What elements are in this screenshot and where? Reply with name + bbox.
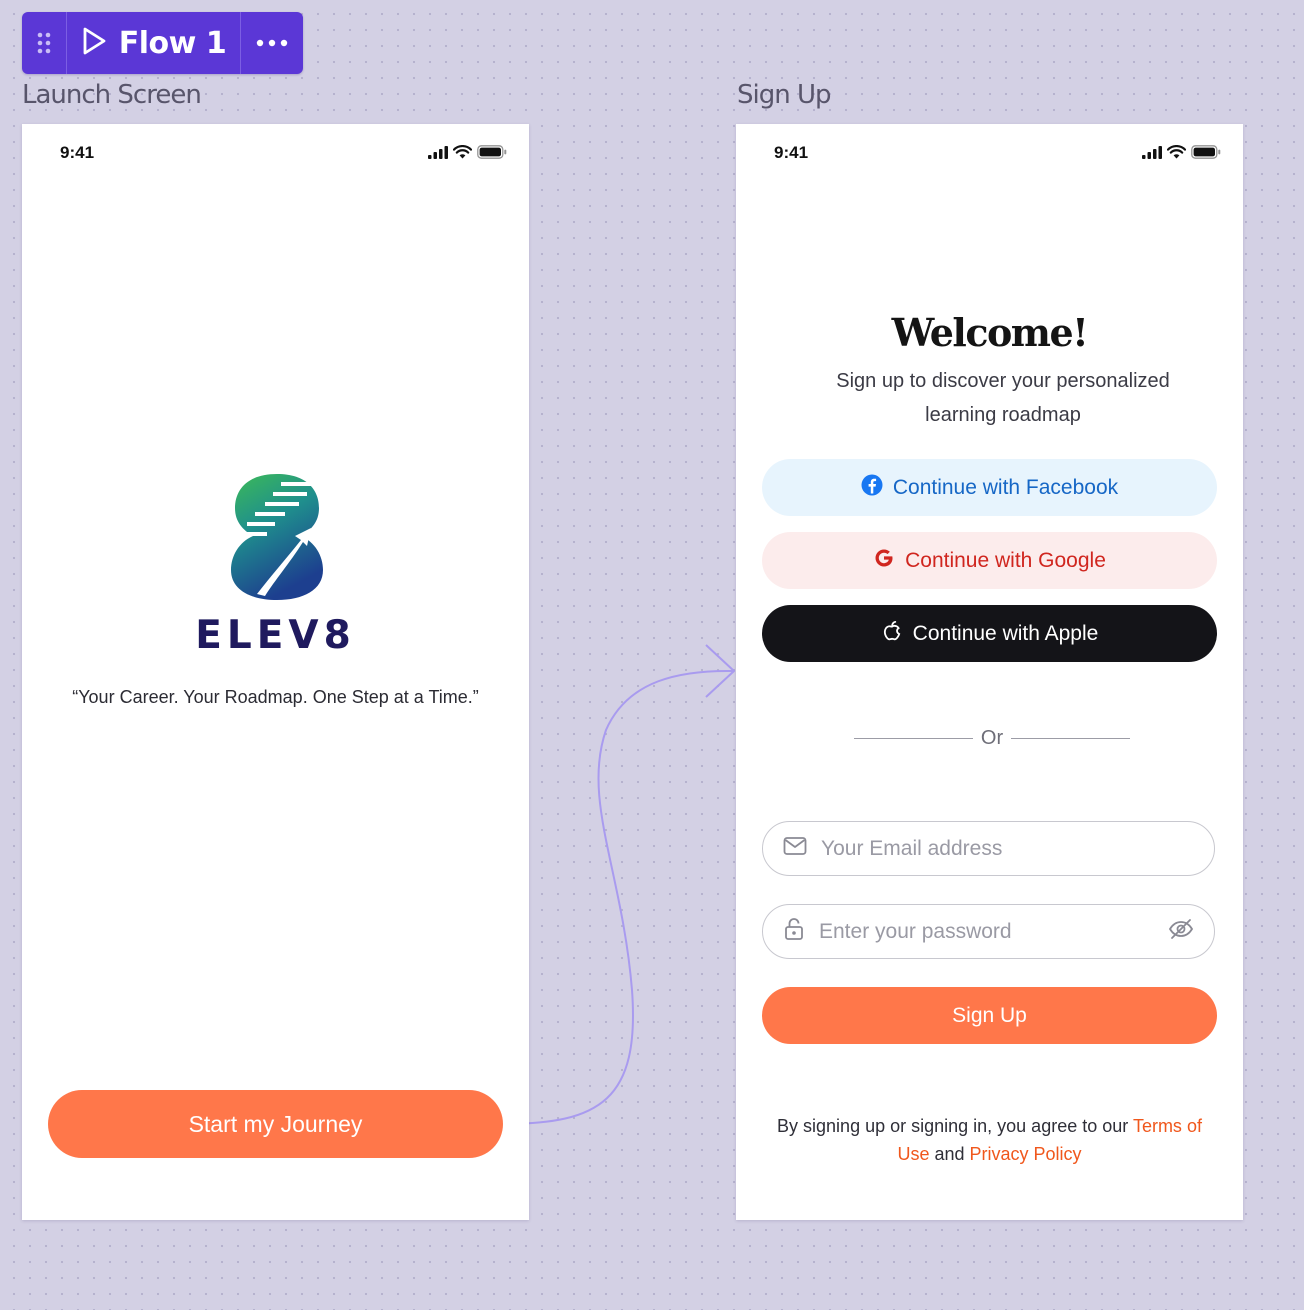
apple-label: Continue with Apple	[912, 621, 1099, 645]
start-journey-button[interactable]: Start my Journey	[48, 1090, 503, 1158]
signup-screen-label: Sign Up	[737, 80, 832, 110]
sign-up-button[interactable]: Sign Up	[762, 987, 1217, 1044]
status-bar: 9:41	[736, 124, 1243, 184]
or-divider: Or	[854, 727, 1130, 750]
google-label: Continue with Google	[905, 548, 1106, 572]
play-icon	[81, 26, 107, 61]
brand-name: ELEV8	[195, 613, 356, 658]
flow-tag: Flow 1	[22, 12, 303, 74]
legal-and: and	[929, 1144, 970, 1164]
status-time: 9:41	[774, 143, 809, 162]
password-field[interactable]	[762, 904, 1215, 959]
play-flow-button[interactable]: Flow 1	[67, 12, 241, 74]
wifi-icon	[452, 145, 473, 164]
status-bar: 9:41	[22, 124, 529, 184]
facebook-label: Continue with Facebook	[892, 475, 1119, 499]
mail-icon	[783, 836, 807, 861]
signal-icon	[1142, 145, 1162, 164]
signup-screen-frame: 9:41 Welcome! Sign up to discover your p…	[736, 124, 1243, 1220]
status-time: 9:41	[60, 143, 95, 162]
legal-text: By signing up or signing in, you agree t…	[762, 1112, 1217, 1168]
apple-icon	[881, 619, 903, 649]
legal-prefix: By signing up or signing in, you agree t…	[777, 1116, 1133, 1136]
more-icon[interactable]	[241, 12, 303, 74]
google-icon	[873, 547, 895, 575]
tagline: “Your Career. Your Roadmap. One Step at …	[72, 687, 479, 707]
welcome-subtitle: Sign up to discover your personalized le…	[836, 370, 1170, 426]
continue-google-button[interactable]: Continue with Google	[762, 532, 1217, 589]
wifi-icon	[1166, 145, 1187, 164]
divider-line	[854, 738, 973, 739]
drag-handle-icon[interactable]	[22, 12, 67, 74]
privacy-link[interactable]: Privacy Policy	[970, 1144, 1082, 1164]
email-input[interactable]	[819, 835, 1194, 862]
or-text: Or	[980, 727, 1004, 749]
continue-apple-button[interactable]: Continue with Apple	[762, 605, 1217, 662]
continue-facebook-button[interactable]: Continue with Facebook	[762, 459, 1217, 516]
divider-line	[1011, 738, 1130, 739]
battery-icon	[1191, 145, 1221, 164]
signal-icon	[428, 145, 448, 164]
email-field[interactable]	[762, 821, 1215, 876]
lock-icon	[783, 917, 805, 946]
welcome-title: Welcome!	[891, 310, 1089, 355]
password-input[interactable]	[817, 918, 1156, 945]
facebook-icon	[861, 474, 883, 502]
elev8-logo	[227, 472, 327, 602]
eye-off-icon[interactable]	[1168, 918, 1194, 945]
flow-label: Flow 1	[118, 25, 227, 61]
launch-screen-frame: 9:41 ELEV8 “Your Career. Your Roadmap. O…	[22, 124, 529, 1220]
launch-screen-label: Launch Screen	[22, 80, 202, 110]
battery-icon	[477, 145, 507, 164]
